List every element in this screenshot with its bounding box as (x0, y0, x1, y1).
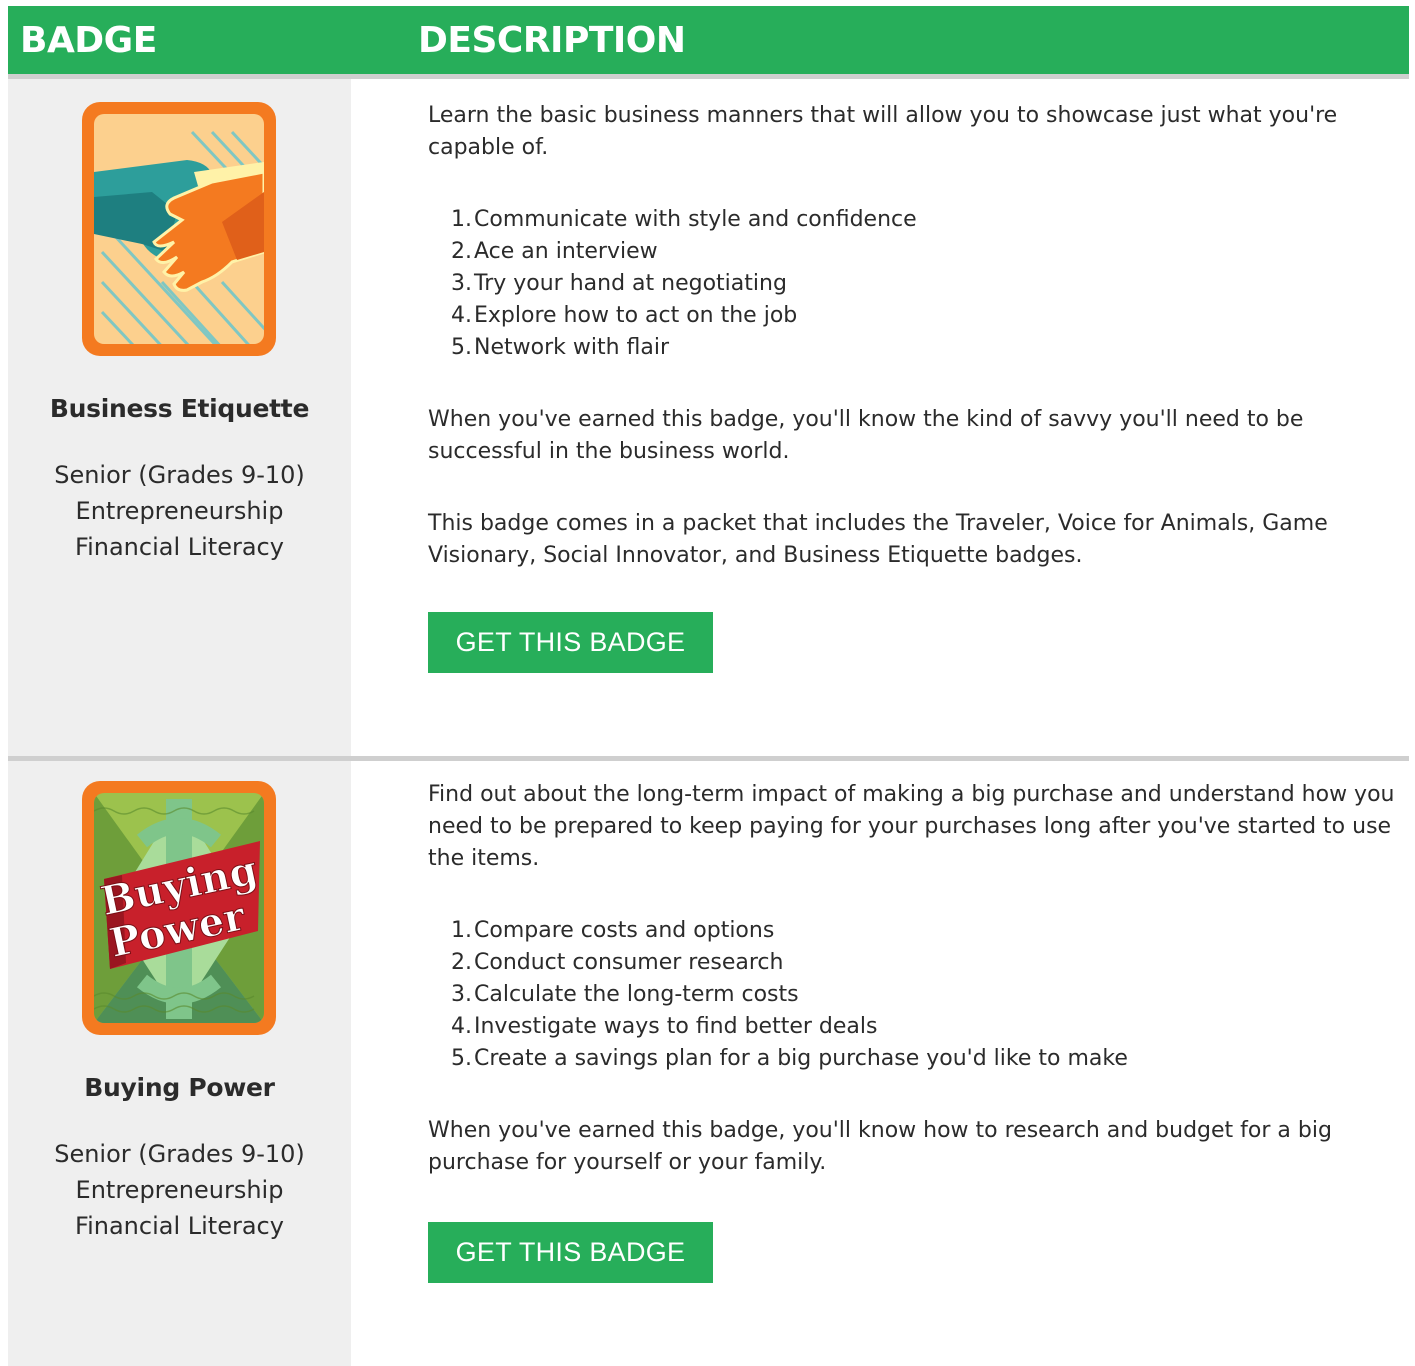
badge-packet-note: This badge comes in a packet that includ… (428, 511, 1328, 568)
badge-info-cell: Business Etiquette Senior (Grades 9-10) … (8, 79, 351, 756)
list-item: 3.Calculate the long-term costs (451, 982, 799, 1007)
badge-category: Financial Literacy (75, 533, 284, 561)
list-item: 2.Conduct consumer research (451, 950, 784, 975)
badge-name: Business Etiquette (49, 394, 310, 423)
badge-meta: Senior (Grades 9-10) Entrepreneurship Fi… (8, 1136, 351, 1244)
badge-category: Financial Literacy (75, 1212, 284, 1240)
badge-category: Entrepreneurship (75, 497, 284, 525)
badge-level: Senior (Grades 9-10) (54, 1140, 305, 1168)
badge-description-cell: Learn the basic business manners that wi… (351, 79, 1409, 756)
badge-meta: Senior (Grades 9-10) Entrepreneurship Fi… (8, 457, 351, 565)
list-item: 2.Ace an interview (451, 239, 658, 264)
badge-intro: Learn the basic business manners that wi… (428, 103, 1338, 160)
badge-column-header: BADGE (20, 20, 157, 61)
list-item: 1.Communicate with style and confidence (451, 207, 917, 232)
get-this-badge-button[interactable]: GET THIS BADGE (428, 1222, 713, 1283)
list-item: 4.Investigate ways to find better deals (451, 1014, 878, 1039)
list-item: 1.Compare costs and options (451, 918, 775, 943)
list-item: 3.Try your hand at negotiating (451, 271, 787, 296)
list-item: 5.Create a savings plan for a big purcha… (451, 1046, 1128, 1071)
badge-level: Senior (Grades 9-10) (54, 461, 305, 489)
table-header: BADGE DESCRIPTION (8, 6, 1409, 79)
badge-table: BADGE DESCRIPTION Business Etiquette Sen… (8, 6, 1409, 1366)
badge-outcome: When you've earned this badge, you'll kn… (428, 1118, 1332, 1175)
description-column-header: DESCRIPTION (418, 20, 686, 61)
badge-info-cell: Buying Power Buying Power Senior (Grades… (8, 761, 351, 1366)
badge-category: Entrepreneurship (75, 1176, 284, 1204)
handshake-icon (82, 102, 276, 356)
badge-outcome: When you've earned this badge, you'll kn… (428, 407, 1304, 464)
badge-description-cell: Find out about the long-term impact of m… (351, 761, 1409, 1366)
table-row: Buying Power Buying Power Senior (Grades… (8, 761, 1409, 1366)
table-row: Business Etiquette Senior (Grades 9-10) … (8, 79, 1409, 761)
badge-steps-list: 1.Communicate with style and confidence … (448, 204, 917, 364)
list-item: 5.Network with flair (451, 335, 670, 360)
list-item: 4.Explore how to act on the job (451, 303, 798, 328)
buying-power-banner-icon: Buying Power (82, 781, 276, 1035)
badge-steps-list: 1.Compare costs and options 2.Conduct co… (448, 915, 1128, 1075)
get-this-badge-button[interactable]: GET THIS BADGE (428, 612, 713, 673)
badge-intro: Find out about the long-term impact of m… (428, 782, 1395, 871)
badge-name: Buying Power (84, 1073, 275, 1102)
